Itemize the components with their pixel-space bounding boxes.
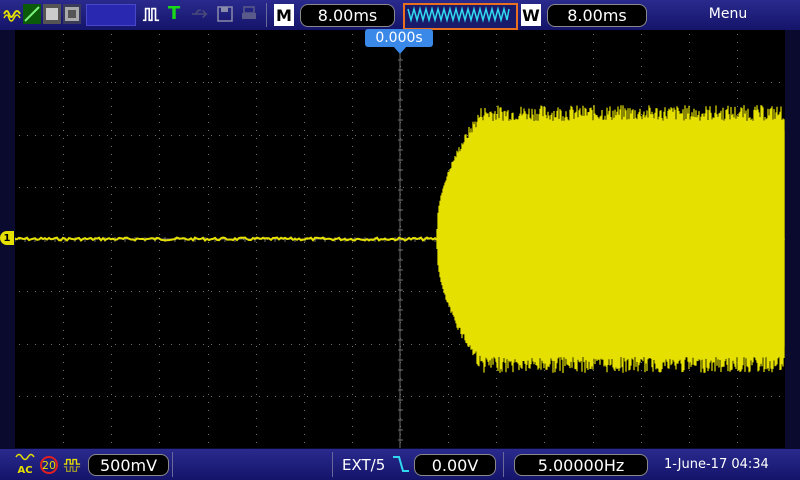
status-divider xyxy=(503,452,504,477)
timebase-value[interactable]: 8.00ms xyxy=(300,4,395,27)
waveform-preview-trace xyxy=(407,6,510,23)
window-mode-indicator: W xyxy=(521,4,541,26)
trigger-source[interactable]: EXT/5 xyxy=(342,456,385,474)
status-divider xyxy=(332,452,333,477)
trigger-time-flag[interactable]: 0.000s xyxy=(365,29,433,47)
falling-edge-icon[interactable] xyxy=(392,454,410,474)
usb-icon[interactable] xyxy=(191,4,209,24)
bandwidth-limit-indicator[interactable]: 20 xyxy=(40,456,58,474)
print-icon[interactable] xyxy=(240,4,258,24)
waveform-icon[interactable] xyxy=(3,4,21,24)
channel-1-marker[interactable]: 1 xyxy=(0,231,14,245)
ac-wave-icon xyxy=(15,453,35,461)
trace-burst-core xyxy=(442,131,785,347)
coupling-indicator[interactable]: AC xyxy=(14,452,36,478)
status-bar: AC 20 500mV EXT/5 0.00V 5.00000Hz 1-June… xyxy=(0,449,800,480)
waveform-preview[interactable] xyxy=(403,3,518,30)
timebase-mode-indicator: M xyxy=(274,4,294,26)
trigger-type-icon[interactable]: T xyxy=(165,4,183,24)
ramp-icon[interactable] xyxy=(23,4,41,24)
coupling-label: AC xyxy=(17,465,33,476)
pulse-icon[interactable] xyxy=(142,4,160,24)
status-divider xyxy=(172,452,173,477)
trigger-pointer-icon xyxy=(393,46,407,54)
envelope-icon[interactable] xyxy=(43,4,61,24)
frequency-counter: 5.00000Hz xyxy=(514,454,648,476)
datetime: 1-June-17 04:34 xyxy=(664,457,769,472)
top-toolbar: T M 8.00ms W 8.00ms Menu xyxy=(0,0,800,30)
persist-icon[interactable] xyxy=(63,4,81,24)
invert-icon[interactable] xyxy=(63,455,81,475)
graticule xyxy=(14,29,785,448)
toolbar-divider xyxy=(266,3,267,27)
volts-per-div[interactable]: 500mV xyxy=(88,454,169,476)
math-slot[interactable] xyxy=(86,4,136,26)
trigger-level[interactable]: 0.00V xyxy=(414,454,496,476)
waveform-display[interactable] xyxy=(14,29,785,448)
trace-baseline xyxy=(14,236,438,242)
save-icon[interactable] xyxy=(216,4,234,24)
window-value[interactable]: 8.00ms xyxy=(547,4,647,27)
menu-button[interactable]: Menu xyxy=(700,6,756,26)
